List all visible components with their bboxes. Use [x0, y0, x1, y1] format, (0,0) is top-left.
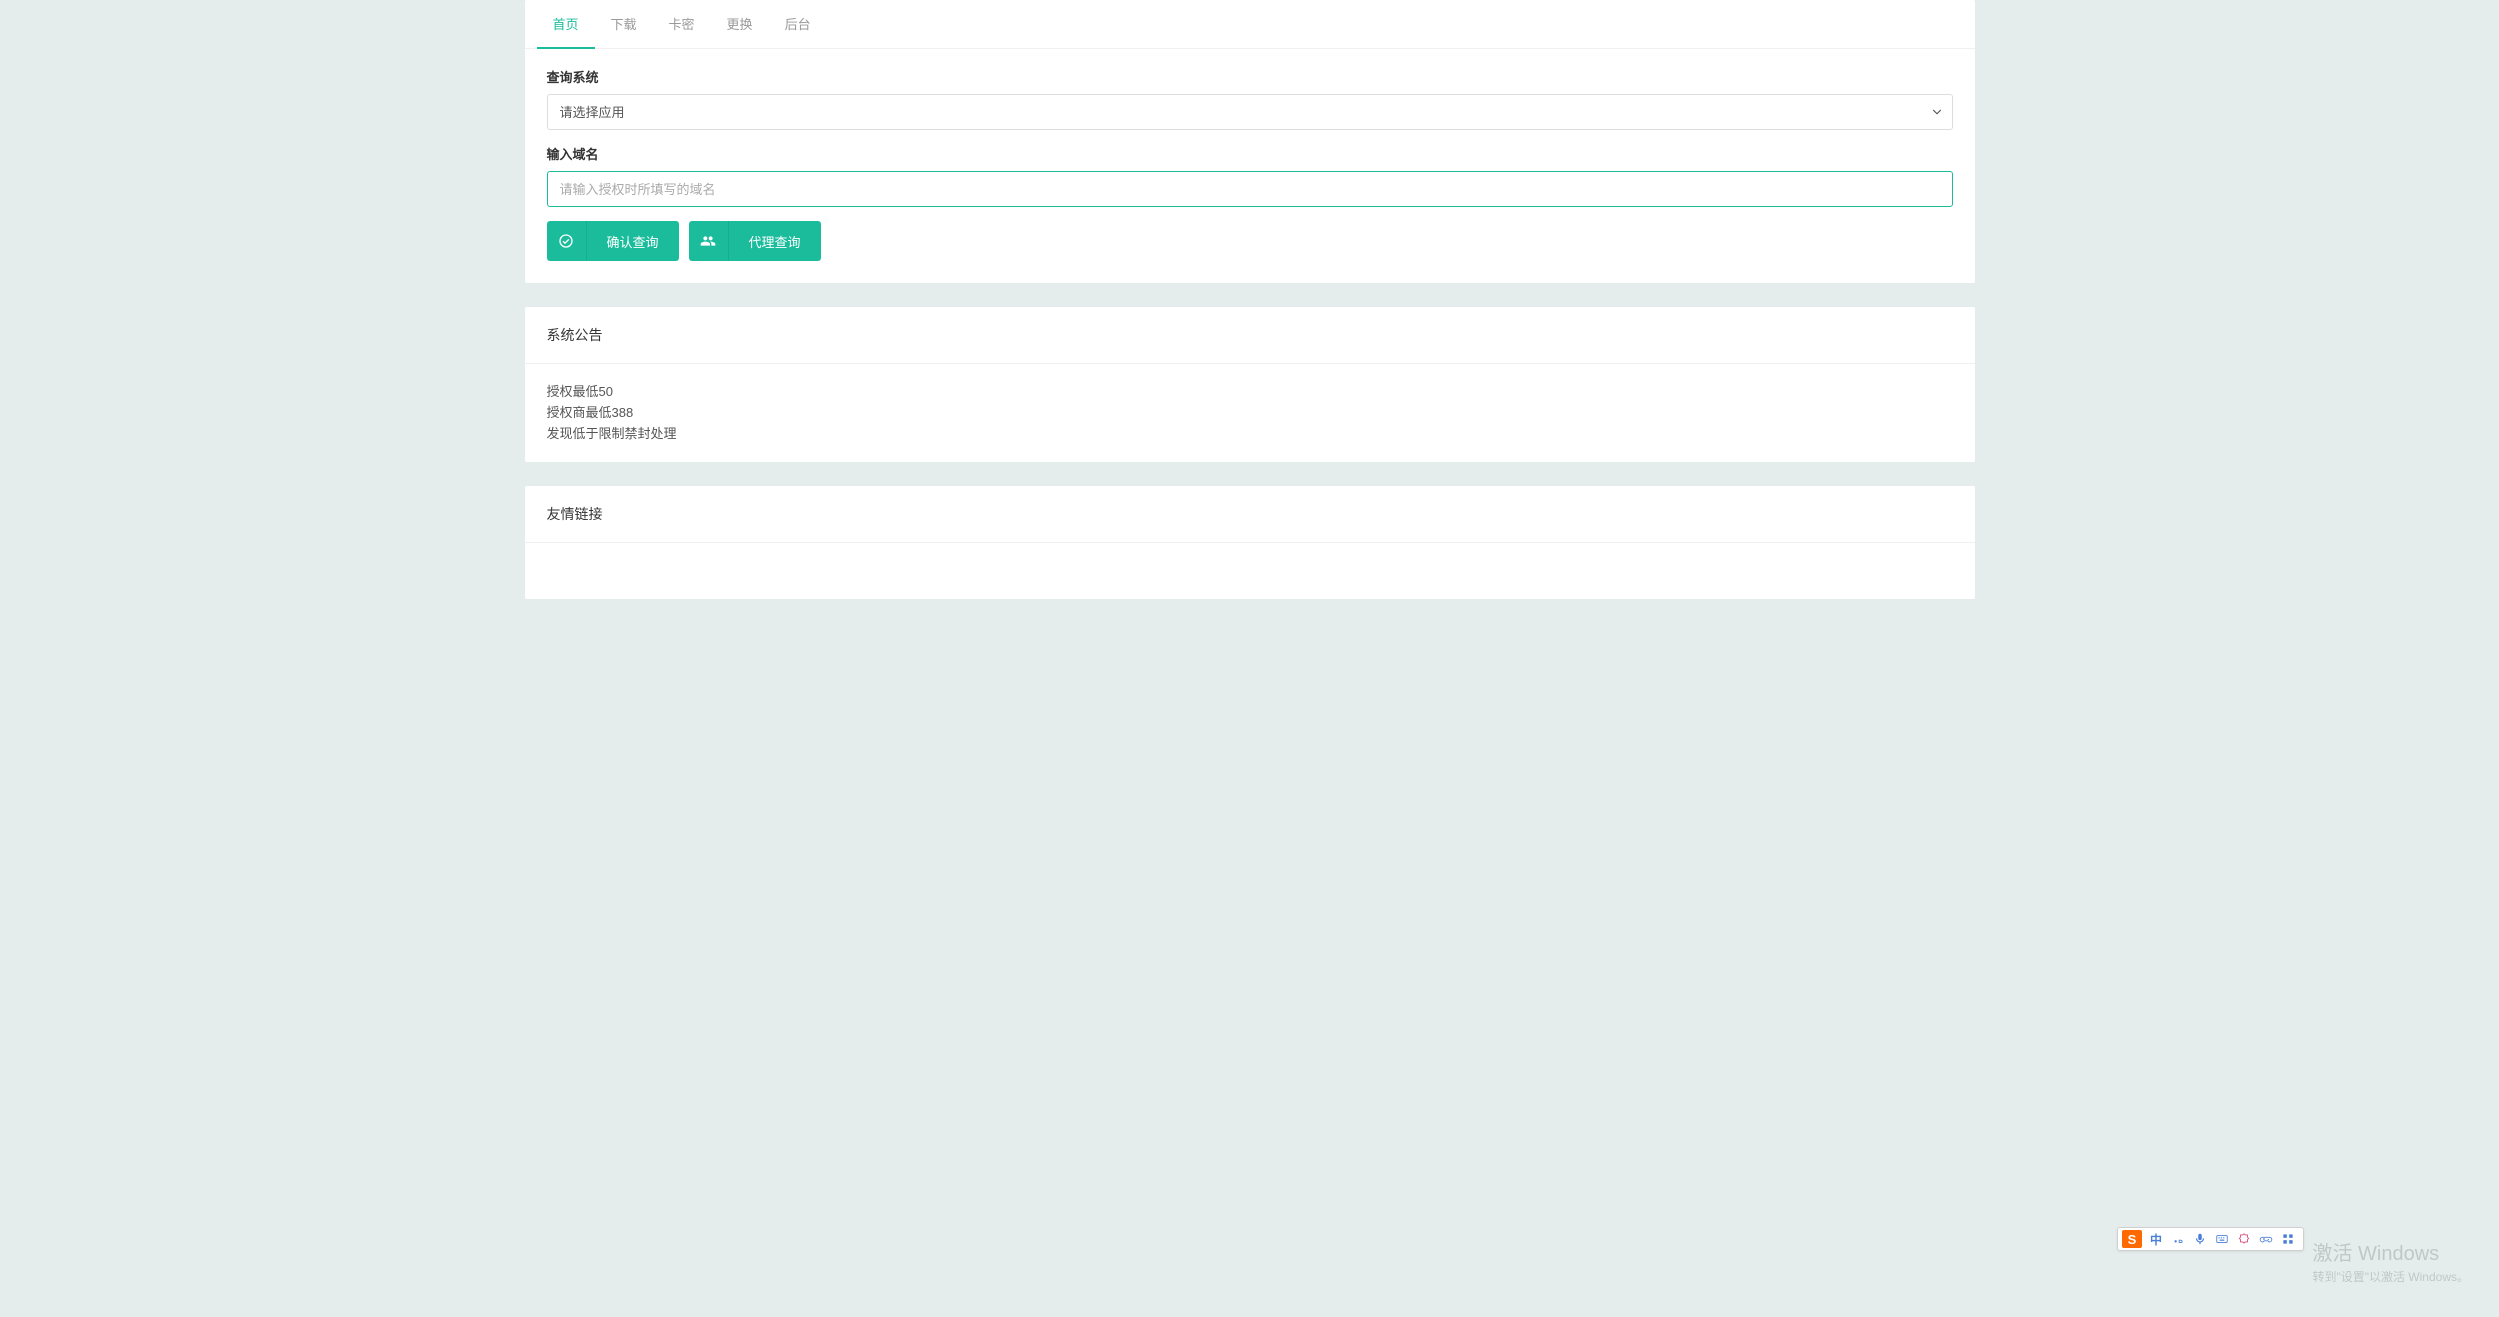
sogou-logo-icon[interactable]: S	[2122, 1230, 2142, 1248]
links-title: 友情链接	[525, 486, 1975, 543]
tab-replace[interactable]: 更换	[711, 0, 769, 49]
domain-input[interactable]	[547, 171, 1953, 207]
ime-keyboard-icon[interactable]	[2211, 1229, 2233, 1249]
domain-label: 输入域名	[547, 144, 1953, 163]
tab-card[interactable]: 卡密	[653, 0, 711, 49]
notice-line: 授权最低50	[547, 382, 1953, 403]
ime-settings-icon[interactable]	[2277, 1229, 2299, 1249]
agent-query-button[interactable]: 代理查询	[689, 221, 821, 261]
notice-line: 发现低于限制禁封处理	[547, 424, 1953, 445]
main-panel: 首页 下载 卡密 更换 后台 查询系统 请选择应用 输入域名	[525, 0, 1975, 283]
check-circle-icon	[547, 221, 587, 261]
confirm-query-label: 确认查询	[587, 232, 679, 251]
tab-home[interactable]: 首页	[537, 0, 595, 49]
query-form: 查询系统 请选择应用 输入域名 确认查询	[525, 49, 1975, 283]
watermark-subtitle: 转到"设置"以激活 Windows。	[2312, 1268, 2469, 1285]
ime-toolbar[interactable]: S 中	[2117, 1227, 2304, 1251]
people-icon	[689, 221, 729, 261]
ime-skin-icon[interactable]	[2233, 1229, 2255, 1249]
ime-punct-icon[interactable]	[2167, 1229, 2189, 1249]
confirm-query-button[interactable]: 确认查询	[547, 221, 679, 261]
system-select[interactable]: 请选择应用	[547, 94, 1953, 130]
watermark-title: 激活 Windows	[2312, 1237, 2469, 1266]
links-panel: 友情链接	[525, 486, 1975, 599]
agent-query-label: 代理查询	[729, 232, 821, 251]
tab-admin[interactable]: 后台	[769, 0, 827, 49]
notice-title: 系统公告	[525, 307, 1975, 364]
windows-activation-watermark: 激活 Windows 转到"设置"以激活 Windows。	[2312, 1237, 2469, 1285]
system-label: 查询系统	[547, 67, 1953, 86]
tab-bar: 首页 下载 卡密 更换 后台	[525, 0, 1975, 49]
notice-panel: 系统公告 授权最低50 授权商最低388 发现低于限制禁封处理	[525, 307, 1975, 462]
ime-mic-icon[interactable]	[2189, 1229, 2211, 1249]
ime-gamepad-icon[interactable]	[2255, 1229, 2277, 1249]
notice-body: 授权最低50 授权商最低388 发现低于限制禁封处理	[525, 364, 1975, 462]
tab-download[interactable]: 下载	[595, 0, 653, 49]
links-body	[525, 543, 1975, 599]
notice-line: 授权商最低388	[547, 403, 1953, 424]
ime-lang-button[interactable]: 中	[2145, 1229, 2167, 1249]
